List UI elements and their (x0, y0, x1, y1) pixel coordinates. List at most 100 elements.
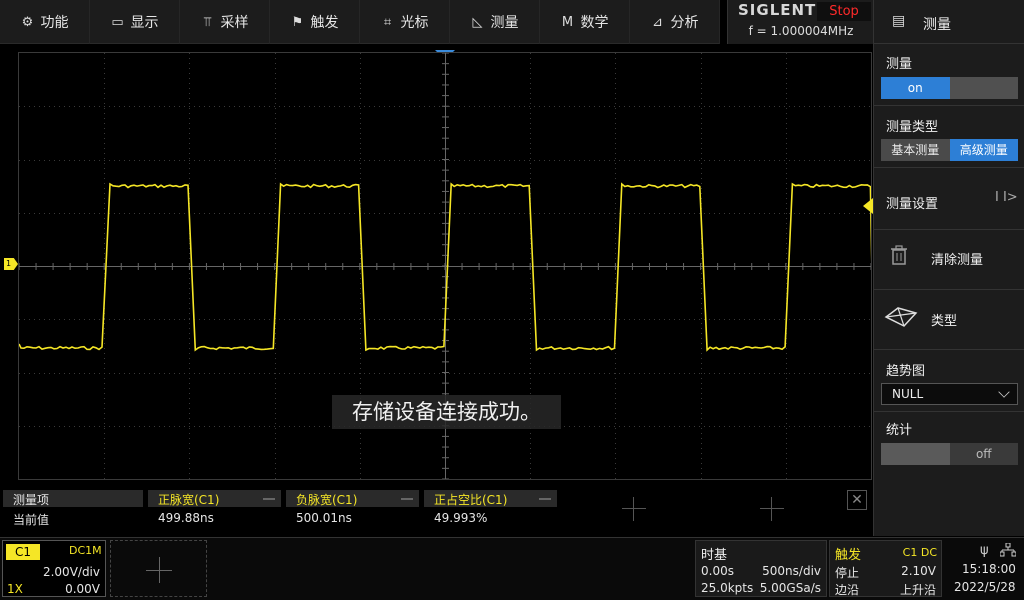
measurement-value: 499.88ns (158, 511, 214, 525)
measure-icon: ◺ (472, 14, 483, 30)
add-measurement-slot[interactable] (760, 497, 784, 521)
system-status: ψ 15:18:00 2022/5/28 (944, 540, 1024, 597)
menu-trigger[interactable]: ⚑ 触发 (270, 0, 360, 44)
network-icon[interactable] (1000, 543, 1016, 557)
analyze-icon: ⊿ (652, 14, 663, 30)
menu-analyze[interactable]: ⊿ 分析 (630, 0, 720, 44)
flag-icon: ⚑ (291, 14, 304, 30)
clock-time: 15:18:00 (962, 562, 1016, 576)
trigger-type: 边沿 (835, 583, 860, 597)
timebase-scale: 500ns/div (762, 564, 821, 578)
clear-measure-label: 清除测量 (931, 253, 984, 268)
monitor-icon: ▭ (111, 14, 124, 30)
chevron-down-icon (998, 386, 1010, 398)
measurement-bar: 测量项 当前值 正脉宽(C1) 499.88ns 负脉宽(C1) 500.01n… (0, 487, 872, 535)
trend-select[interactable]: NULL (881, 383, 1018, 405)
timebase-box[interactable]: 时基 0.00s 500ns/div 25.0kpts 5.00GSa/s (695, 540, 827, 597)
measure-on-segment: on (881, 77, 950, 99)
menu-function-label: 功能 (40, 15, 69, 31)
add-channel-button[interactable] (110, 540, 207, 597)
add-measurement-slot[interactable] (622, 497, 646, 521)
panel-header: ▤ 测量 (874, 0, 1024, 44)
measurement-value-header: 当前值 (13, 513, 50, 527)
channel1-box[interactable]: C1 DC1M 2.00V/div 1X 0.00V (2, 540, 106, 597)
trigger-title: 触发 (835, 548, 862, 563)
timebase-delay: 0.00s (701, 564, 734, 578)
trigger-box[interactable]: 触发 C1 DC 停止 2.10V 边沿 上升沿 (829, 540, 942, 597)
measure-type-section: 测量类型 基本测量 高级测量 (874, 106, 1024, 168)
measure-type-icon (884, 307, 918, 327)
menu-math[interactable]: M 数学 (540, 0, 630, 44)
measure-toggle-section: 测量 on (874, 44, 1024, 106)
measure-off-segment (949, 77, 1018, 99)
trash-icon (891, 245, 907, 265)
trigger-level: 2.10V (901, 564, 936, 578)
menu-math-label: 数学 (580, 15, 609, 31)
basic-measure-button[interactable]: 基本测量 (881, 139, 950, 161)
channel1-probe: 1X (7, 582, 23, 596)
gear-icon: ⚙ (21, 14, 34, 30)
ch1-offset-marker[interactable]: 1 (4, 258, 18, 270)
document-icon: ▤ (892, 13, 906, 29)
math-icon: M (561, 14, 574, 30)
stats-on-segment (881, 443, 950, 465)
stats-off-segment: off (949, 443, 1018, 465)
usb-icon: ψ (980, 543, 989, 558)
close-measurement-bar-button[interactable]: ✕ (847, 490, 867, 510)
measurement-item[interactable]: 正脉宽(C1) 499.88ns (148, 490, 281, 530)
measure-type-title: 测量类型 (886, 120, 939, 135)
measurement-item[interactable]: 正占空比(C1) 49.993% (424, 490, 557, 530)
type-label: 类型 (931, 314, 958, 329)
measure-panel: ▤ 测量 测量 on 测量类型 基本测量 高级测量 测量设置 I I> 清除测量… (873, 0, 1024, 536)
trend-select-value: NULL (892, 387, 924, 401)
cursor-icon: ⌗ (383, 14, 392, 30)
menu-function[interactable]: ⚙ 功能 (0, 0, 90, 44)
menu-acquire[interactable]: ⫪ 采样 (180, 0, 270, 44)
panel-header-title: 测量 (923, 17, 951, 33)
trigger-slope: 上升沿 (899, 583, 936, 597)
stats-toggle[interactable]: off (881, 443, 1018, 465)
bottom-status-bar: C1 DC1M 2.00V/div 1X 0.00V 时基 0.00s 500n… (0, 537, 1024, 600)
measurement-value: 500.01ns (296, 511, 352, 525)
frequency-counter: f = 1.000004MHz (748, 24, 854, 38)
measure-toggle[interactable]: on (881, 77, 1018, 99)
run-status-badge[interactable]: Stop (817, 2, 871, 21)
measurement-name: 正占空比(C1) (434, 493, 508, 507)
menu-measure[interactable]: ◺ 测量 (450, 0, 540, 44)
measurement-name: 正脉宽(C1) (158, 493, 220, 507)
menu-display-label: 显示 (130, 15, 159, 31)
toast-message: 存储设备连接成功。 (332, 395, 561, 429)
measurement-item-header: 测量项 (13, 493, 50, 507)
measurement-label-column: 测量项 当前值 (3, 490, 143, 530)
trigger-mode: 停止 (835, 566, 860, 580)
stats-section: 统计 off (874, 412, 1024, 474)
menu-trigger-label: 触发 (310, 15, 339, 31)
measurement-head: 正占空比(C1) (424, 490, 557, 507)
trend-title: 趋势图 (886, 364, 926, 379)
menu-measure-label: 测量 (490, 15, 519, 31)
trigger-level-marker[interactable] (863, 198, 873, 214)
measure-type-switch: 基本测量 高级测量 (881, 139, 1018, 161)
timebase-sample-rate: 5.00GSa/s (759, 581, 821, 595)
menu-bar: ⚙ 功能 ▭ 显示 ⫪ 采样 ⚑ 触发 ⌗ 光标 ◺ 测量 M 数学 ⊿ 分析 (0, 0, 720, 44)
timebase-memory-depth: 25.0kpts (701, 581, 754, 595)
channel1-offset: 0.00V (65, 582, 100, 596)
menu-cursor[interactable]: ⌗ 光标 (360, 0, 450, 44)
measurement-head: 负脉宽(C1) (286, 490, 419, 507)
channel1-scale: 2.00V/div (42, 565, 100, 579)
channel1-tag: C1 (6, 544, 40, 560)
measurement-item[interactable]: 负脉宽(C1) 500.01ns (286, 490, 419, 530)
brand-area: SIGLENT Stop f = 1.000004MHz (727, 0, 873, 44)
menu-analyze-label: 分析 (670, 15, 699, 31)
clock-date: 2022/5/28 (954, 580, 1016, 594)
menu-display[interactable]: ▭ 显示 (90, 0, 180, 44)
timebase-title: 时基 (701, 548, 728, 563)
channel1-coupling: DC1M (69, 544, 102, 557)
advanced-measure-button[interactable]: 高级测量 (949, 139, 1018, 161)
measurement-head: 正脉宽(C1) (148, 490, 281, 507)
measurement-collapse-icon (263, 498, 275, 500)
measure-settings-label: 测量设置 (886, 197, 939, 212)
measurement-name: 负脉宽(C1) (296, 493, 358, 507)
trigger-source: C1 DC (902, 546, 937, 559)
measurement-collapse-icon (539, 498, 551, 500)
